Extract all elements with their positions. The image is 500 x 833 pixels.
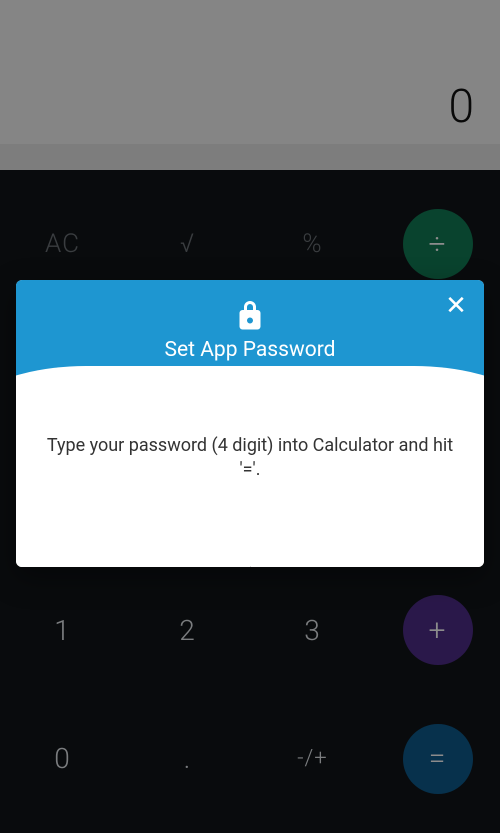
dialog-body-text: Type your password (4 digit) into Calcul… [16,396,484,509]
dialog-title: Set App Password [32,338,468,362]
dialog-close-button[interactable]: ✕ [438,288,474,324]
set-password-dialog: ✕ Set App Password Type your password (4… [16,280,484,567]
dialog-header: ✕ Set App Password [16,280,484,396]
close-icon: ✕ [445,291,467,321]
lock-icon [232,298,268,334]
